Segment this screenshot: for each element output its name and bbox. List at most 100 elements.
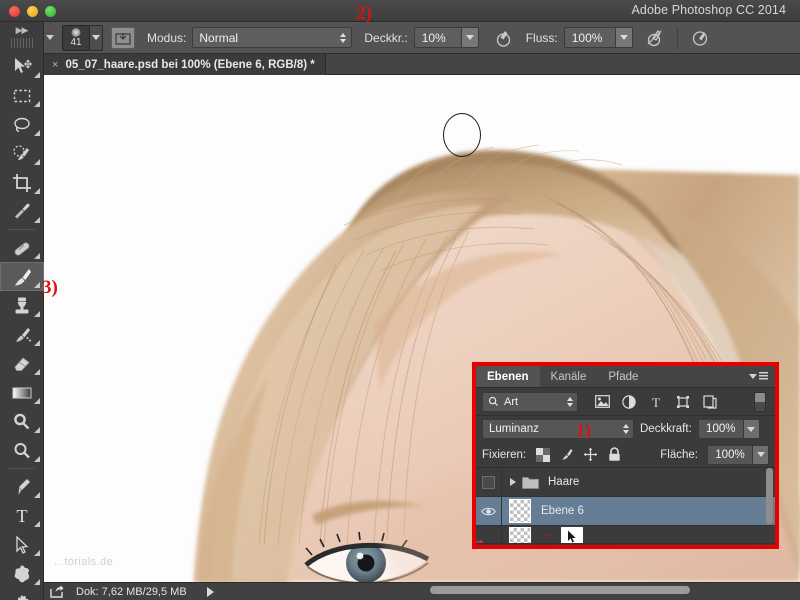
layer-mask-thumbnail[interactable] (561, 526, 583, 543)
brush-tip-preview-icon (71, 27, 81, 37)
sidebar-item-shape-tool[interactable] (0, 559, 44, 588)
layer-blend-mode-stepper-icon (623, 424, 629, 434)
layer-list-scrollbar[interactable] (766, 468, 773, 524)
sidebar-item-blur-tool[interactable] (0, 436, 44, 465)
lock-position-icon[interactable] (583, 447, 598, 462)
layer-blend-mode-value: Luminanz (489, 423, 539, 435)
sidebar-item-pen-tool[interactable] (0, 472, 44, 501)
sidebar-item-hand-tool[interactable] (0, 588, 44, 600)
photoshop-window: Adobe Photoshop CC 2014 41 Modus: Normal… (0, 0, 800, 600)
document-tab[interactable]: × 05_07_haare.psd bei 100% (Ebene 6, RGB… (44, 54, 326, 75)
airbrush-pressure-opacity-icon[interactable] (488, 25, 514, 51)
sidebar-item-path-selection-tool[interactable] (0, 530, 44, 559)
folder-icon (522, 476, 539, 489)
zoom-button[interactable] (45, 6, 56, 17)
sidebar-item-dodge-tool[interactable] (0, 407, 44, 436)
brush-size-preset[interactable]: 41 (62, 24, 90, 51)
tool-preset-chevron-down-icon[interactable] (46, 35, 54, 40)
tab-pfade[interactable]: Pfade (597, 366, 649, 387)
sidebar-item-clone-stamp-tool[interactable] (0, 291, 44, 320)
brush-preset-chevron-down-icon[interactable] (90, 24, 103, 51)
svg-text:T: T (17, 506, 28, 526)
cursor-arrow-icon (567, 530, 576, 542)
layers-panel: Ebenen Kanäle Pfade Art T Luminanz Deckk… (472, 362, 779, 549)
document-size-status: Dok: 7,62 MB/29,5 MB (76, 585, 187, 598)
filter-kind-value: Art (504, 395, 519, 408)
layer-filter-row: Art T (476, 388, 775, 416)
sidebar-item-eyedropper-tool[interactable] (0, 197, 44, 226)
layer-fill-input[interactable]: 100% (707, 444, 753, 465)
close-icon[interactable]: × (52, 59, 58, 71)
tools-panel-grip[interactable] (10, 38, 33, 48)
layer-visibility-toggle[interactable] (476, 496, 502, 526)
app-title: Adobe Photoshop CC 2014 (631, 3, 786, 17)
layer-link-indicator-icon: ➞ (476, 534, 484, 543)
svg-text:T: T (652, 395, 660, 409)
layer-name: Ebene 6 (541, 505, 584, 517)
shape-layers-filter-icon[interactable] (675, 394, 691, 410)
sidebar-item-healing-brush-tool[interactable] (0, 233, 44, 262)
horizontal-scrollbar[interactable] (430, 586, 690, 594)
layer-opacity-input[interactable]: 100% (697, 419, 744, 439)
layer-fill-chevron-down-icon[interactable] (753, 444, 769, 465)
layer-thumbnail[interactable] (509, 499, 531, 523)
share-icon[interactable] (44, 585, 70, 598)
layers-panel-tabs: Ebenen Kanäle Pfade (476, 366, 775, 388)
tab-ebenen[interactable]: Ebenen (476, 366, 540, 387)
panel-menu-icon[interactable] (749, 372, 768, 380)
group-disclosure-triangle-icon[interactable] (510, 478, 516, 486)
mask-link-icon[interactable] (544, 533, 551, 536)
sidebar-item-type-tool[interactable]: T (0, 501, 44, 530)
fill-label: Fläche: (660, 448, 698, 461)
sidebar-item-quick-selection-tool[interactable] (0, 139, 44, 168)
document-tab-strip: × 05_07_haare.psd bei 100% (Ebene 6, RGB… (44, 54, 800, 75)
blend-mode-stepper-icon (340, 32, 347, 43)
layer-blend-mode-select[interactable]: Luminanz (482, 419, 634, 439)
opacity-input[interactable]: 10% (413, 27, 462, 48)
flow-label: Fluss: (525, 30, 558, 45)
tab-ebenen-label: Ebenen (487, 370, 529, 383)
lock-image-pixels-icon[interactable] (559, 447, 574, 462)
layer-visibility-toggle[interactable] (476, 467, 502, 497)
document-tab-title: 05_07_haare.psd bei 100% (Ebene 6, RGB/8… (65, 58, 315, 71)
filter-enable-toggle[interactable] (754, 391, 766, 412)
opacity-chevron-down-icon[interactable] (461, 27, 479, 48)
adjustment-layers-filter-icon[interactable] (621, 394, 637, 410)
sidebar-item-gradient-tool[interactable] (0, 378, 44, 407)
pressure-size-icon[interactable] (687, 25, 713, 51)
watermark-text: ...torials.de (54, 556, 114, 568)
tools-divider-2 (8, 468, 35, 469)
tab-kanaele[interactable]: Kanäle (540, 366, 598, 387)
brush-panel-icon[interactable] (111, 26, 135, 49)
filter-kind-select[interactable]: Art (482, 391, 578, 412)
flow-input[interactable]: 100% (563, 27, 616, 48)
type-layers-filter-icon[interactable]: T (648, 394, 664, 410)
layer-row-group[interactable]: Haare (476, 467, 775, 497)
layer-thumbnail[interactable] (509, 526, 531, 543)
close-button[interactable] (9, 6, 20, 17)
layer-opacity-chevron-down-icon[interactable] (743, 419, 760, 439)
pixel-layers-filter-icon[interactable] (594, 394, 610, 410)
layer-row-masked[interactable]: ➞ (476, 526, 775, 544)
sidebar-item-move-tool[interactable] (0, 52, 44, 81)
tools-panel: ▶▶ T (0, 22, 44, 600)
collapse-tools-icon[interactable]: ▶▶ (0, 22, 43, 38)
blend-mode-row: Luminanz Deckkraft: 100% (476, 416, 775, 442)
sidebar-item-crop-tool[interactable] (0, 168, 44, 197)
smart-object-filter-icon[interactable] (702, 394, 718, 410)
sidebar-item-eraser-tool[interactable] (0, 349, 44, 378)
mode-label: Modus: (147, 30, 187, 45)
sidebar-item-lasso-tool[interactable] (0, 110, 44, 139)
airbrush-icon[interactable] (642, 25, 668, 51)
flow-chevron-down-icon[interactable] (615, 27, 633, 48)
lock-transparent-pixels-icon[interactable] (535, 447, 550, 462)
eye-icon (481, 507, 496, 515)
sidebar-item-history-brush-tool[interactable] (0, 320, 44, 349)
lock-all-icon[interactable] (607, 447, 622, 462)
sidebar-item-rectangular-marquee-tool[interactable] (0, 81, 44, 110)
layer-row-selected[interactable]: Ebene 6 (476, 496, 775, 526)
minimize-button[interactable] (27, 6, 38, 17)
play-arrow-icon[interactable] (206, 586, 214, 597)
blend-mode-select[interactable]: Normal (192, 27, 353, 48)
sidebar-item-brush-tool[interactable] (0, 262, 44, 291)
